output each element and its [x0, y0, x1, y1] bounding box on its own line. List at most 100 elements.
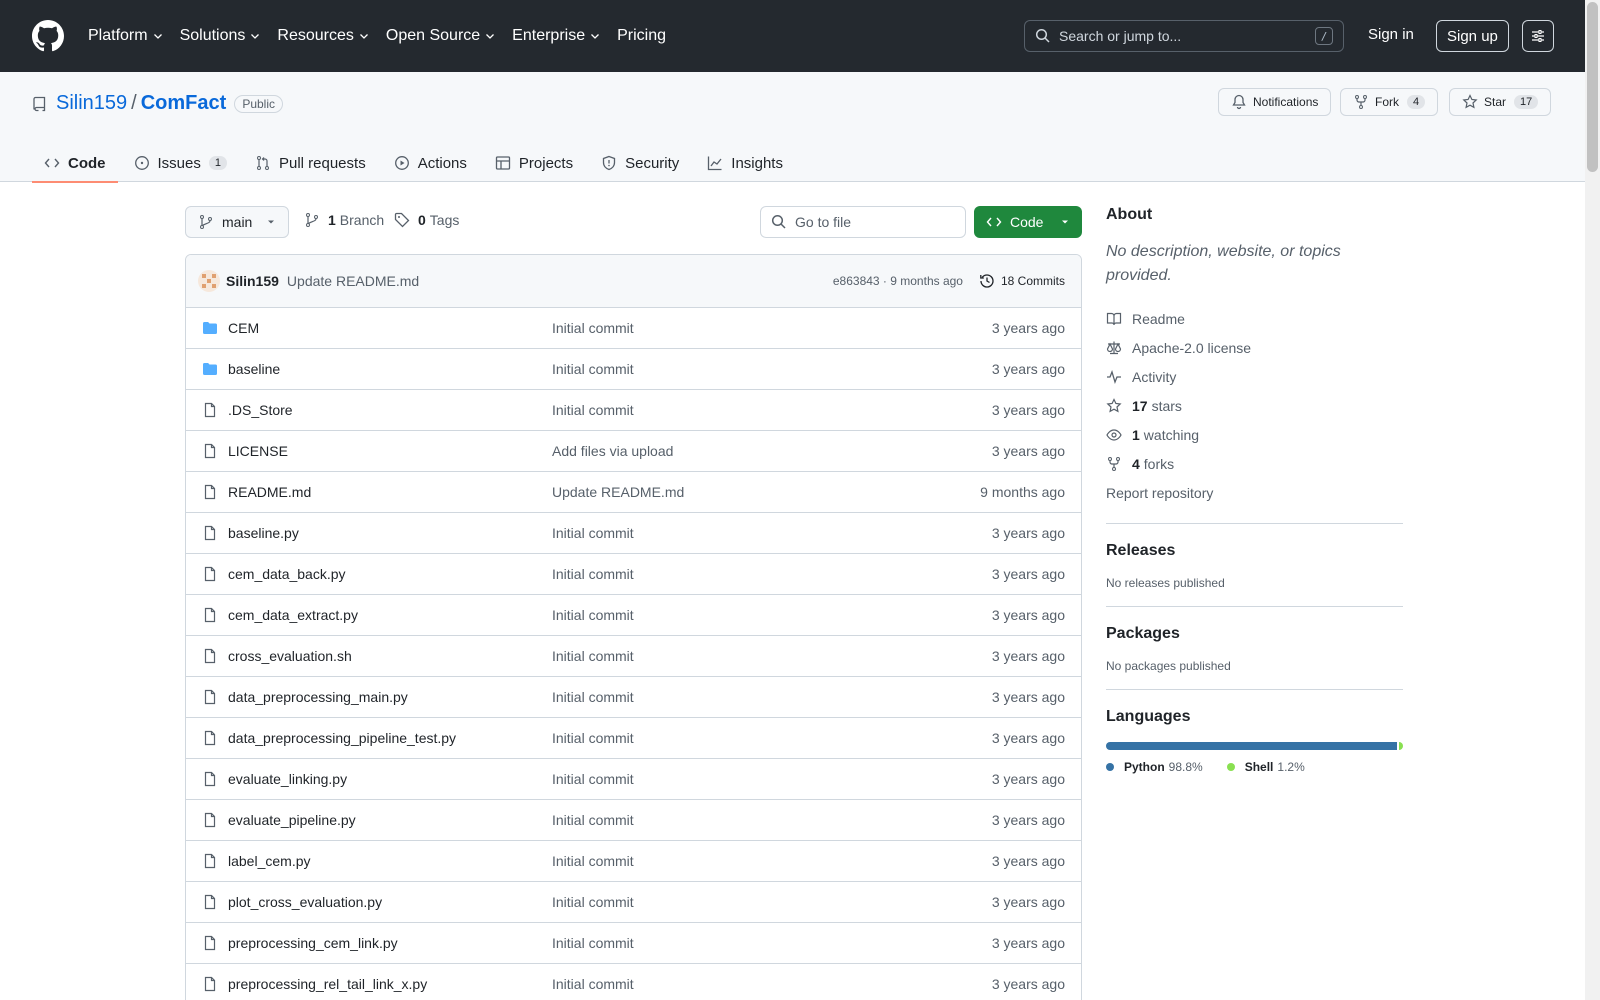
- commit-message[interactable]: Update README.md: [287, 273, 833, 289]
- repo-owner-link[interactable]: Silin159: [56, 92, 127, 115]
- file-name-link[interactable]: evaluate_linking.py: [228, 771, 552, 787]
- tab-label: Actions: [417, 154, 467, 172]
- file-name-link[interactable]: data_preprocessing_main.py: [228, 689, 552, 705]
- sign-in-link[interactable]: Sign in: [1368, 26, 1414, 43]
- tab-code[interactable]: Code: [32, 144, 118, 183]
- file-name-link[interactable]: preprocessing_rel_tail_link_x.py: [228, 976, 552, 992]
- nav-platform[interactable]: Platform: [88, 27, 164, 45]
- about-heading: About: [1106, 206, 1153, 223]
- file-commit-message[interactable]: Initial commit: [552, 361, 992, 377]
- file-name-link[interactable]: baseline.py: [228, 525, 552, 541]
- file-row[interactable]: README.md Update README.md 9 months ago: [186, 472, 1081, 513]
- tags-link[interactable]: 0 Tags: [394, 212, 459, 228]
- file-name-link[interactable]: README.md: [228, 484, 552, 500]
- tab-label: Code: [68, 154, 106, 172]
- stars-link[interactable]: 17 stars: [1106, 391, 1403, 420]
- file-commit-message[interactable]: Initial commit: [552, 771, 992, 787]
- nav-resources[interactable]: Resources: [277, 27, 369, 45]
- file-commit-message[interactable]: Initial commit: [552, 648, 992, 664]
- fork-button[interactable]: Fork 4: [1340, 88, 1439, 116]
- file-commit-message[interactable]: Initial commit: [552, 935, 992, 951]
- file-commit-message[interactable]: Initial commit: [552, 894, 992, 910]
- file-row[interactable]: plot_cross_evaluation.py Initial commit 3 …: [186, 882, 1081, 923]
- branches-link[interactable]: 1 Branch: [304, 212, 384, 228]
- github-logo-icon[interactable]: [32, 20, 64, 52]
- file-commit-message[interactable]: Add files via upload: [552, 443, 992, 459]
- file-commit-message[interactable]: Initial commit: [552, 853, 992, 869]
- file-row[interactable]: cross_evaluation.sh Initial commit 3 years…: [186, 636, 1081, 677]
- file-commit-message[interactable]: Initial commit: [552, 525, 992, 541]
- readme-link[interactable]: Readme: [1106, 304, 1403, 333]
- nav-open-source[interactable]: Open Source: [386, 27, 496, 45]
- file-row[interactable]: data_preprocessing_pipeline_test.py Initi…: [186, 718, 1081, 759]
- file-row[interactable]: .DS_Store Initial commit 3 years ago: [186, 390, 1081, 431]
- nav-enterprise[interactable]: Enterprise: [512, 27, 601, 45]
- file-name-link[interactable]: cem_data_back.py: [228, 566, 552, 582]
- commit-sha-time[interactable]: e863843 · 9 months ago: [833, 274, 963, 288]
- file-name-link[interactable]: label_cem.py: [228, 853, 552, 869]
- file-commit-message[interactable]: Initial commit: [552, 320, 992, 336]
- commit-author[interactable]: Silin159: [226, 273, 279, 289]
- file-commit-message[interactable]: Initial commit: [552, 812, 992, 828]
- commits-history-link[interactable]: 18 Commits: [979, 273, 1065, 289]
- nav-pricing[interactable]: Pricing: [617, 27, 666, 45]
- activity-link[interactable]: Activity: [1106, 362, 1403, 391]
- forks-link[interactable]: 4 forks: [1106, 449, 1403, 478]
- file-name-link[interactable]: data_preprocessing_pipeline_test.py: [228, 730, 552, 746]
- tab-pull-requests[interactable]: Pull requests: [243, 144, 378, 182]
- file-row[interactable]: CEM Initial commit 3 years ago: [186, 308, 1081, 349]
- file-name-link[interactable]: cem_data_extract.py: [228, 607, 552, 623]
- repo-name-link[interactable]: ComFact: [141, 92, 227, 115]
- packages-heading[interactable]: Packages: [1106, 625, 1403, 643]
- file-name-link[interactable]: cross_evaluation.sh: [228, 648, 552, 664]
- command-palette-button[interactable]: [1522, 20, 1554, 52]
- file-row[interactable]: baseline.py Initial commit 3 years ago: [186, 513, 1081, 554]
- file-commit-message[interactable]: Initial commit: [552, 976, 992, 992]
- author-avatar[interactable]: [198, 270, 220, 292]
- file-row[interactable]: baseline Initial commit 3 years ago: [186, 349, 1081, 390]
- file-row[interactable]: label_cem.py Initial commit 3 years ago: [186, 841, 1081, 882]
- report-repository-link[interactable]: Report repository: [1106, 478, 1403, 507]
- file-row[interactable]: LICENSE Add files via upload 3 years ago: [186, 431, 1081, 472]
- releases-heading[interactable]: Releases: [1106, 542, 1403, 560]
- language-shell[interactable]: Shell 1.2%: [1226, 760, 1305, 774]
- file-commit-message[interactable]: Initial commit: [552, 689, 992, 705]
- star-button[interactable]: Star 17: [1449, 88, 1552, 116]
- file-commit-message[interactable]: Initial commit: [552, 730, 992, 746]
- go-to-file-input[interactable]: Go to file: [760, 206, 966, 238]
- tab-actions[interactable]: Actions: [382, 144, 479, 182]
- file-row[interactable]: preprocessing_cem_link.py Initial commit 3…: [186, 923, 1081, 964]
- file-row[interactable]: evaluate_pipeline.py Initial commit 3 year…: [186, 800, 1081, 841]
- tab-projects[interactable]: Projects: [483, 144, 585, 182]
- license-link[interactable]: Apache-2.0 license: [1106, 333, 1403, 362]
- watching-link[interactable]: 1 watching: [1106, 420, 1403, 449]
- file-row[interactable]: data_preprocessing_main.py Initial commit…: [186, 677, 1081, 718]
- file-row[interactable]: evaluate_linking.py Initial commit 3 years…: [186, 759, 1081, 800]
- scrollbar-thumb[interactable]: [1587, 2, 1598, 172]
- file-row[interactable]: cem_data_back.py Initial commit 3 years ag…: [186, 554, 1081, 595]
- file-name-link[interactable]: .DS_Store: [228, 402, 552, 418]
- tab-insights[interactable]: Insights: [695, 144, 795, 182]
- branch-selector[interactable]: main: [185, 206, 289, 238]
- file-commit-message[interactable]: Initial commit: [552, 607, 992, 623]
- tab-security[interactable]: Security: [589, 144, 691, 182]
- file-name-link[interactable]: preprocessing_cem_link.py: [228, 935, 552, 951]
- file-row[interactable]: cem_data_extract.py Initial commit 3 years…: [186, 595, 1081, 636]
- nav-solutions[interactable]: Solutions: [180, 27, 262, 45]
- file-name-link[interactable]: CEM: [228, 320, 552, 336]
- tab-issues[interactable]: Issues 1: [122, 144, 239, 182]
- language-python[interactable]: Python 98.8%: [1106, 760, 1203, 774]
- sign-up-button[interactable]: Sign up: [1436, 20, 1509, 52]
- global-search-input[interactable]: Search or jump to... /: [1024, 20, 1344, 52]
- file-commit-message[interactable]: Initial commit: [552, 566, 992, 582]
- file-row[interactable]: preprocessing_rel_tail_link_x.py Initial …: [186, 964, 1081, 1000]
- file-name-link[interactable]: baseline: [228, 361, 552, 377]
- page-scrollbar[interactable]: [1585, 0, 1600, 1000]
- file-name-link[interactable]: evaluate_pipeline.py: [228, 812, 552, 828]
- notifications-button[interactable]: Notifications: [1218, 88, 1332, 116]
- code-download-button[interactable]: Code: [974, 206, 1082, 238]
- file-name-link[interactable]: LICENSE: [228, 443, 552, 459]
- file-name-link[interactable]: plot_cross_evaluation.py: [228, 894, 552, 910]
- file-commit-message[interactable]: Update README.md: [552, 484, 980, 500]
- file-commit-message[interactable]: Initial commit: [552, 402, 992, 418]
